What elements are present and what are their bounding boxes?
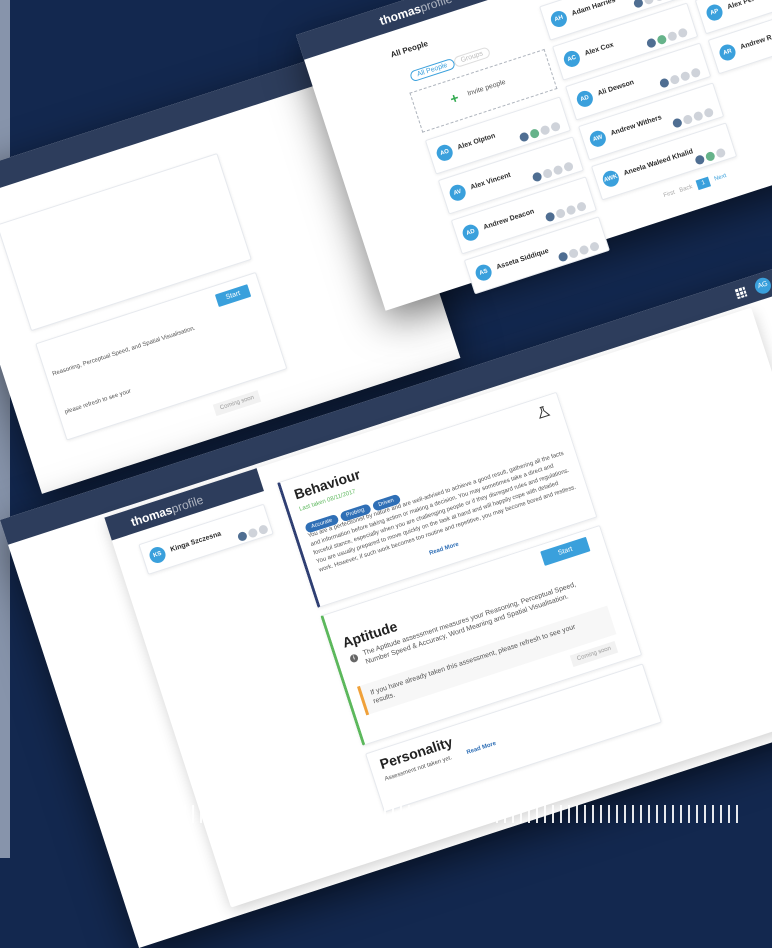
person-name[interactable]: Alex Olpton [457, 133, 497, 152]
assessment-status-icons [544, 201, 588, 223]
person-name[interactable]: Adam Harries [571, 0, 616, 17]
assessment-status-icons [557, 240, 601, 263]
filter-groups[interactable]: Groups [452, 46, 492, 69]
person-name[interactable]: Alex Vincent [470, 172, 512, 192]
person-name[interactable]: Andrew Deacon [483, 208, 535, 231]
person-avatar: KS [147, 544, 168, 566]
assessment-status-icons [531, 161, 575, 183]
assessment-status-icons [658, 67, 702, 89]
pagination-next[interactable]: Next [714, 173, 728, 183]
pagination-back[interactable]: Back [679, 184, 694, 194]
flask-icon [539, 406, 551, 419]
left-edge-strip [0, 0, 10, 858]
person-name[interactable]: Asseta Siddique [496, 248, 550, 271]
person-avatar: AH [548, 8, 569, 30]
left-coming-soon: Coming soon [212, 390, 262, 417]
left-start-button[interactable]: Start [214, 284, 252, 308]
person-avatar: AR [717, 42, 738, 63]
person-avatar: AD [460, 222, 481, 243]
behaviour-read-more[interactable]: Read More [428, 541, 460, 559]
personality-read-more[interactable]: Read More [466, 740, 498, 758]
pagination-current[interactable]: 1 [695, 176, 712, 191]
person-name[interactable]: Aneela Waleed Khalid [623, 148, 694, 177]
person-name[interactable]: Alex Perez [727, 0, 763, 11]
page-title: All People [389, 38, 430, 60]
person-name[interactable]: Andrew Withers [610, 114, 663, 137]
assessment-status-icons [645, 27, 689, 49]
apps-grid-icon[interactable] [734, 286, 748, 300]
person-name[interactable]: Ali Dewson [597, 79, 635, 97]
filter-all-people[interactable]: All People [408, 57, 456, 83]
person-name[interactable]: Kinga Szczesna [170, 531, 222, 554]
assessment-status-icons [236, 523, 270, 543]
user-avatar[interactable]: AG [752, 275, 772, 296]
person-avatar: AS [473, 262, 494, 283]
person-avatar: AWK [600, 168, 621, 189]
aptitude-start-button[interactable]: Start [540, 536, 591, 566]
assessment-status-icons [518, 121, 562, 143]
person-avatar: AC [561, 48, 582, 69]
person-avatar: AW [587, 128, 608, 149]
person-avatar: AD [574, 88, 595, 109]
plus-icon: + [447, 89, 461, 108]
assessment-status-icons [671, 107, 715, 129]
invite-label: Invite people [466, 78, 507, 98]
info-icon: i [349, 653, 360, 664]
person-name[interactable]: Alex Cox [584, 42, 615, 58]
decorative-barcode [112, 805, 742, 823]
person-avatar: AP [704, 2, 725, 23]
brand-logo[interactable]: thomasprofile [378, 0, 454, 28]
person-avatar: AV [447, 182, 468, 203]
pagination-first[interactable]: First [663, 190, 676, 199]
person-name[interactable]: Andrew R [740, 34, 772, 51]
person-avatar: AO [434, 142, 455, 163]
assessment-status-icons [694, 147, 727, 166]
